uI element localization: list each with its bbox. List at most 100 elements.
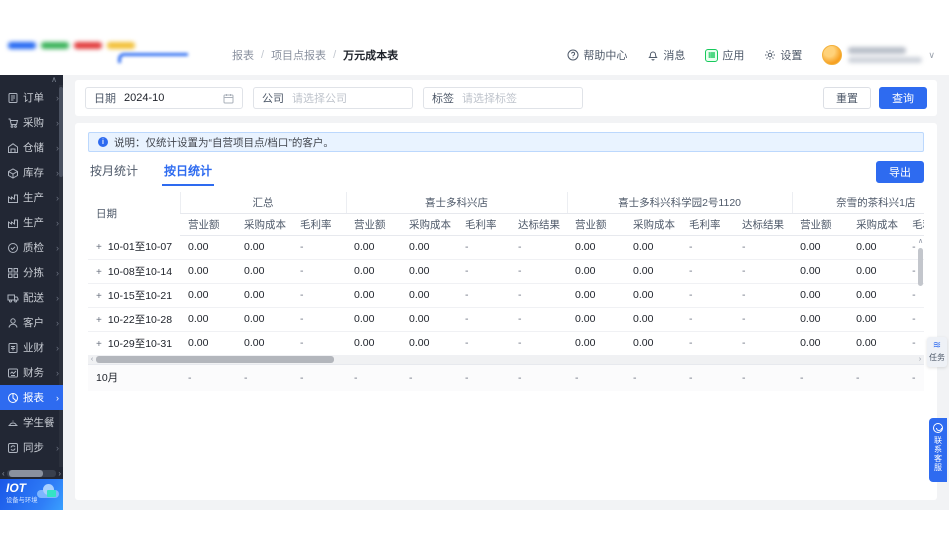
vscroll-thumb[interactable] — [918, 248, 923, 286]
messages-button[interactable]: 消息 — [647, 47, 685, 63]
cell-value: 0.00 — [236, 259, 292, 284]
expand-row-icon[interactable]: + — [96, 315, 102, 326]
settings-button[interactable]: 设置 — [764, 47, 802, 63]
hscroll-thumb[interactable] — [96, 356, 334, 363]
date-filter[interactable]: 日期 2024-10 — [85, 87, 243, 109]
tab-按月统计[interactable]: 按月统计 — [88, 162, 140, 186]
row-date: 10-22至10-28 — [107, 313, 173, 326]
cell-value: - — [457, 235, 511, 260]
sidebar-item-label: 质检 — [23, 242, 44, 254]
sidebar-item-质检[interactable]: 质检 › — [0, 235, 63, 260]
sidebar-item-同步[interactable]: 同步 › — [0, 435, 63, 460]
export-button[interactable]: 导出 — [876, 161, 924, 183]
user-menu[interactable]: ∨ — [822, 45, 935, 65]
reset-button[interactable]: 重置 — [823, 87, 871, 109]
cell-value: 0.00 — [180, 307, 236, 332]
expand-row-icon[interactable]: + — [96, 267, 102, 278]
biz-finance-icon — [7, 342, 19, 354]
scroll-right-icon[interactable]: › — [916, 355, 924, 364]
query-button[interactable]: 查询 — [879, 87, 927, 109]
summary-cell-value: - — [180, 364, 236, 391]
contact-service-button[interactable]: 联系客服 — [929, 418, 947, 482]
cell-value: - — [681, 307, 735, 332]
task-panel-button[interactable]: ≋ 任务 — [927, 337, 947, 367]
username-blurred — [848, 47, 923, 63]
scroll-up-icon[interactable]: ∧ — [917, 238, 924, 246]
company-filter[interactable]: 公司 请选择公司 — [253, 87, 413, 109]
cell-value: 0.00 — [401, 259, 458, 284]
sidebar-item-label: 配送 — [23, 292, 44, 304]
company-logo[interactable] — [0, 36, 210, 74]
purchase-icon — [7, 117, 19, 129]
row-date: 10-01至10-07 — [107, 241, 173, 254]
sidebar-item-label: 生产 — [23, 192, 44, 204]
scroll-right-icon[interactable]: › — [58, 469, 61, 478]
sidebar-item-客户[interactable]: 客户 › — [0, 310, 63, 335]
breadcrumb-item[interactable]: 报表 — [232, 47, 254, 63]
help-icon — [567, 49, 579, 61]
table-vertical-scrollbar[interactable]: ∧ — [917, 238, 924, 356]
sidebar-item-采购[interactable]: 采购 › — [0, 110, 63, 135]
help-center-label: 帮助中心 — [583, 50, 628, 62]
summary-cell-value: - — [792, 364, 848, 391]
sidebar-item-业财[interactable]: 业财 › — [0, 335, 63, 360]
notice-text: 说明：仅统计设置为“自营项目点/档口”的客户。 — [114, 136, 334, 149]
chevron-right-icon: › — [56, 92, 59, 103]
sidebar-item-财务[interactable]: 财务 › — [0, 360, 63, 385]
sidebar-item-报表[interactable]: 报表 › — [0, 385, 63, 410]
cell-value: - — [292, 331, 347, 356]
cell-value: 0.00 — [567, 331, 626, 356]
cell-value: 0.00 — [567, 283, 626, 308]
scroll-left-icon[interactable]: ‹ — [2, 469, 5, 478]
expand-row-icon[interactable]: + — [96, 339, 102, 350]
help-center-button[interactable]: 帮助中心 — [567, 47, 627, 63]
cell-value: 0.00 — [236, 283, 292, 308]
headset-icon — [933, 423, 943, 433]
cell-value: - — [734, 331, 793, 356]
col-header: 毛利率 — [457, 213, 511, 236]
cell-value: 0.00 — [401, 331, 458, 356]
cell-value: 0.00 — [180, 331, 236, 356]
avatar — [822, 45, 843, 65]
sidebar-item-生产[interactable]: 生产 › — [0, 185, 63, 210]
tab-按日统计[interactable]: 按日统计 — [162, 162, 215, 186]
order-icon — [7, 92, 19, 104]
summary-row-label: 10月 — [88, 364, 180, 391]
topbar-actions: 帮助中心 消息 ▦ 应用 设置 ∨ — [567, 45, 949, 65]
sidebar-item-label: 同步 — [23, 442, 44, 454]
expand-row-icon[interactable]: + — [96, 242, 102, 253]
sidebar-item-仓储[interactable]: 仓储 › — [0, 135, 63, 160]
breadcrumb-item[interactable]: 项目点报表 — [271, 47, 326, 63]
sidebar-horizontal-scrollbar[interactable]: ‹ › — [0, 467, 63, 479]
filter-bar: 日期 2024-10 公司 请选择公司 标签 请选择标签 重置 查询 — [75, 80, 937, 116]
sidebar-item-生产[interactable]: 生产 › — [0, 210, 63, 235]
sidebar-item-学生餐[interactable]: 学生餐 — [0, 410, 63, 435]
cell-value: - — [734, 259, 793, 284]
apps-button[interactable]: ▦ 应用 — [705, 47, 744, 63]
col-header: 营业额 — [346, 213, 402, 236]
iot-banner[interactable]: IOT 设备与环境 — [0, 479, 63, 510]
chevron-right-icon: › — [56, 117, 59, 128]
sidebar: ∧ 订单 › 采购 › 仓储 › 库存 › 生产 › 生产 › 质检 › 分拣 › 配送 › 客户 › 业财 › 财务 › 报表… — [0, 75, 63, 510]
row-date: 10-15至10-21 — [107, 289, 173, 302]
sidebar-item-库存[interactable]: 库存 › — [0, 160, 63, 185]
production2-icon — [7, 217, 19, 229]
summary-cell-value: - — [510, 364, 567, 391]
notice-banner: i 说明：仅统计设置为“自营项目点/档口”的客户。 — [88, 132, 924, 152]
tag-filter[interactable]: 标签 请选择标签 — [423, 87, 583, 109]
scroll-left-icon[interactable]: ‹ — [88, 355, 96, 364]
cell-value: - — [734, 307, 793, 332]
cell-value: 0.00 — [625, 331, 682, 356]
sidebar-item-label: 业财 — [23, 342, 44, 354]
sidebar-scroll-up-icon[interactable]: ∧ — [0, 75, 63, 85]
sidebar-item-分拣[interactable]: 分拣 › — [0, 260, 63, 285]
table-row: +10-22至10-28 0.00 0.00-0.00 0.00- -0.00 0.00-… — [88, 307, 924, 332]
main-content: 日期 2024-10 公司 请选择公司 标签 请选择标签 重置 查询 i 说明：… — [63, 75, 949, 510]
sidebar-item-订单[interactable]: 订单 › — [0, 85, 63, 110]
table-horizontal-scrollbar[interactable]: ‹ › — [88, 355, 924, 365]
cell-value: 0.00 — [567, 259, 626, 284]
sidebar-item-配送[interactable]: 配送 › — [0, 285, 63, 310]
cell-value: - — [681, 331, 735, 356]
expand-row-icon[interactable]: + — [96, 291, 102, 302]
cell-value: 0.00 — [625, 259, 682, 284]
